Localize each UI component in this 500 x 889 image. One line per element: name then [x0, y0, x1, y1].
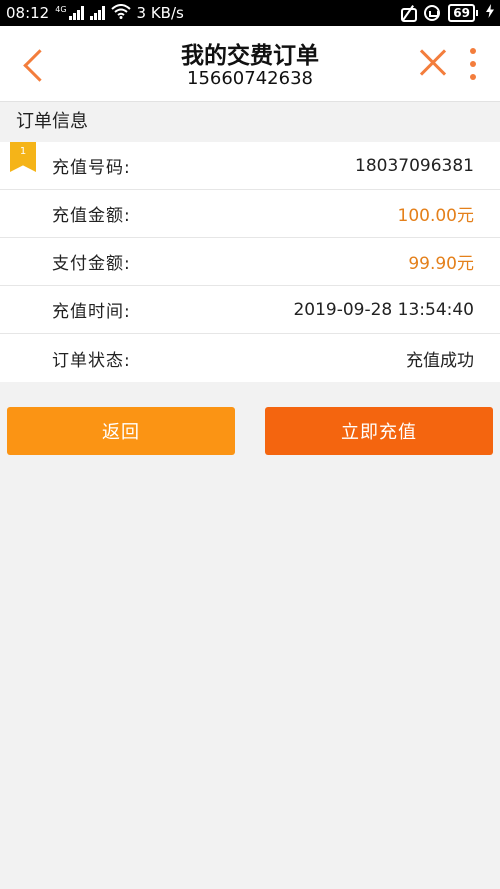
more-menu-icon[interactable] [464, 46, 482, 82]
row-value: 100.00元 [397, 206, 474, 226]
row-value: 2019-09-28 13:54:40 [293, 299, 474, 320]
order-row-recharge-amount: 充值金额: 100.00元 [0, 190, 500, 238]
back-arrow-icon[interactable] [18, 46, 48, 82]
row-label: 支付金额: [52, 254, 131, 274]
row-label: 充值号码: [52, 158, 131, 178]
cellular-signal-2-icon [89, 6, 105, 20]
order-row-status: 订单状态: 充值成功 [0, 334, 500, 382]
status-badge: 充值成功 [406, 350, 474, 371]
row-label: 订单状态: [52, 350, 131, 371]
battery-icon: 69 [448, 4, 478, 22]
order-row-paid-amount: 支付金额: 99.90元 [0, 238, 500, 286]
status-time: 08:12 [6, 4, 50, 22]
close-icon[interactable] [418, 48, 448, 78]
order-info-card: 1 充值号码: 18037096381 充值金额: 100.00元 支付金额: … [0, 142, 500, 382]
row-label: 充值时间: [52, 302, 131, 322]
row-value: 18037096381 [355, 155, 474, 176]
vibrate-mute-icon [400, 6, 418, 22]
page-subtitle: 15660742638 [187, 68, 313, 89]
section-title: 订单信息 [0, 102, 500, 142]
battery-level: 69 [448, 4, 475, 22]
row-label: 充值金额: [52, 206, 131, 226]
network-speed: 3 KB/s [136, 4, 184, 22]
network-type: 4G [55, 5, 67, 14]
row-value: 99.90元 [408, 254, 474, 274]
wifi-icon [110, 3, 131, 23]
nav-header: 我的交费订单 15660742638 [0, 26, 500, 102]
cellular-signal-icon: 4G [55, 5, 84, 20]
status-bar: 08:12 4G 3 KB/s 69 [0, 0, 500, 26]
order-row-phone: 充值号码: 18037096381 [0, 142, 500, 190]
order-row-time: 充值时间: 2019-09-28 13:54:40 [0, 286, 500, 334]
recharge-now-button[interactable]: 立即充值 [265, 407, 493, 455]
page-title: 我的交费订单 [181, 43, 319, 69]
alarm-icon [424, 5, 441, 21]
back-button[interactable]: 返回 [7, 407, 235, 455]
charging-icon [486, 4, 494, 22]
